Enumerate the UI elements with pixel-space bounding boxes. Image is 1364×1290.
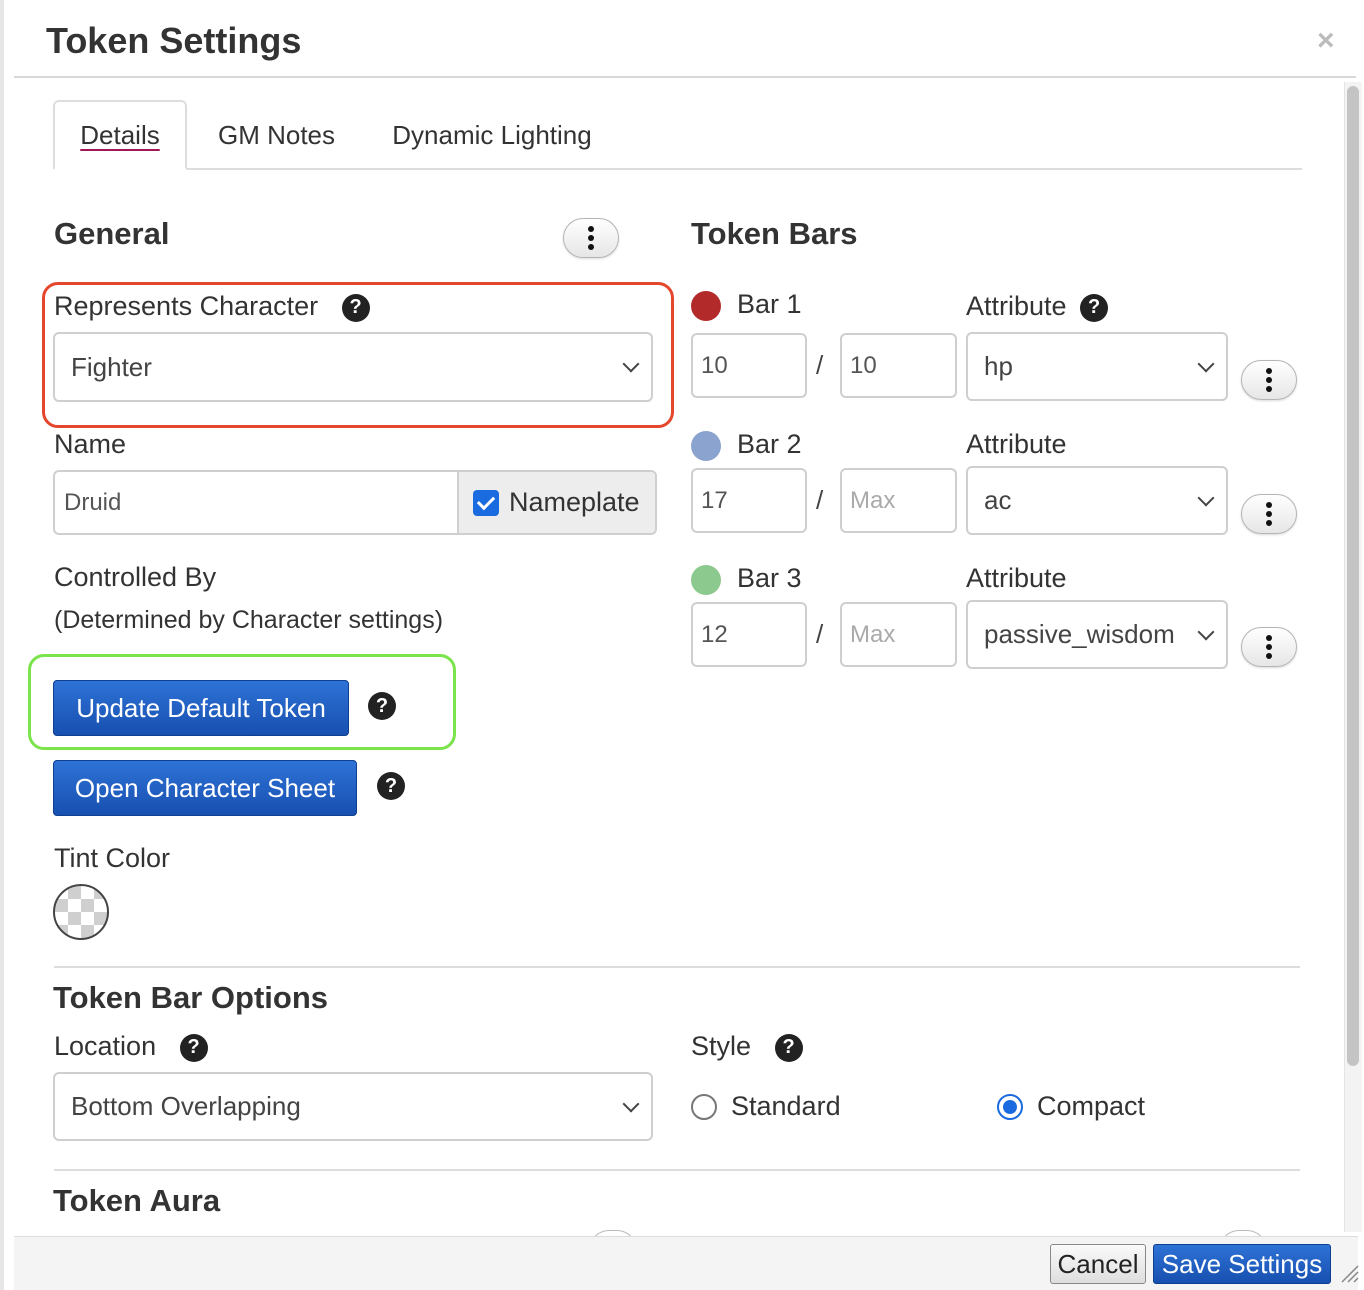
title-divider: [14, 76, 1356, 78]
tab-label: Details: [80, 119, 160, 150]
bar2-attribute-value: ac: [984, 485, 1012, 515]
bar1-color-dot: [691, 291, 721, 321]
help-icon[interactable]: ?: [1080, 293, 1109, 322]
tab-label: GM Notes: [217, 119, 336, 150]
style-standard-radio[interactable]: [691, 1094, 717, 1120]
name-input[interactable]: Druid: [55, 472, 457, 533]
more-vertical-icon: [588, 225, 594, 252]
chevron-down-icon: [1197, 355, 1215, 372]
bar1-attribute-select[interactable]: hp: [966, 332, 1228, 401]
scrollbar-thumb[interactable]: [1347, 86, 1359, 1066]
help-icon[interactable]: ?: [377, 772, 405, 800]
dialog-title: Token Settings: [46, 20, 302, 61]
bar1-value-input[interactable]: 10: [691, 333, 807, 398]
bar1-label: Bar 1: [737, 289, 802, 319]
nameplate-label: Nameplate: [509, 487, 640, 517]
token-bars-heading: Token Bars: [691, 216, 858, 251]
attribute-label-text: Attribute: [966, 291, 1067, 321]
more-vertical-icon: [1266, 501, 1272, 528]
tint-color-swatch[interactable]: [53, 884, 109, 940]
chevron-down-icon: [1197, 489, 1215, 506]
tab-gm-notes[interactable]: GM Notes: [204, 100, 349, 170]
bar1-separator: /: [816, 350, 824, 380]
cancel-button[interactable]: Cancel: [1050, 1244, 1146, 1284]
tab-dynamic-lighting[interactable]: Dynamic Lighting: [374, 100, 610, 170]
chevron-down-icon: [1197, 623, 1215, 640]
highlight-red-box: [42, 282, 674, 428]
token-settings-dialog: Token Settings × Details GM Notes Dynami…: [0, 0, 1364, 1290]
section-divider: [54, 966, 1300, 968]
bar3-attribute-label: Attribute: [966, 563, 1067, 593]
bar3-value-input[interactable]: 12: [691, 602, 807, 667]
open-character-sheet-button[interactable]: Open Character Sheet: [53, 760, 357, 816]
bar1-max-input[interactable]: 10: [840, 333, 957, 398]
bar2-label: Bar 2: [737, 429, 802, 459]
bar2-options-button[interactable]: [1241, 494, 1297, 534]
bar2-max-input[interactable]: Max: [840, 468, 957, 533]
bar3-max-input[interactable]: Max: [840, 602, 957, 667]
bar3-attribute-select[interactable]: passive_wisdom: [966, 600, 1228, 669]
more-vertical-icon: [1266, 634, 1272, 661]
tab-label: Dynamic Lighting: [392, 119, 592, 150]
general-options-button[interactable]: [563, 218, 619, 258]
nameplate-checkbox[interactable]: [473, 489, 499, 516]
controlled-by-value: (Determined by Character settings): [54, 606, 444, 634]
bar2-attribute-label: Attribute: [966, 429, 1067, 459]
tint-color-label: Tint Color: [54, 843, 171, 873]
help-icon[interactable]: ?: [774, 1033, 803, 1062]
tab-details[interactable]: Details: [53, 100, 187, 170]
dialog-content: Details GM Notes Dynamic Lighting Genera…: [14, 80, 1344, 1236]
bar3-attribute-value: passive_wisdom: [984, 619, 1175, 649]
location-label: Location ?: [54, 1031, 208, 1062]
bar3-separator: /: [816, 619, 824, 649]
style-standard-label: Standard: [731, 1091, 841, 1121]
style-compact-label: Compact: [1037, 1091, 1146, 1121]
style-label-text: Style: [691, 1031, 752, 1061]
chevron-down-icon: [622, 1095, 640, 1112]
controlled-by-label: Controlled By: [54, 562, 217, 592]
style-label: Style ?: [691, 1031, 803, 1062]
resize-grip-icon[interactable]: [1338, 1262, 1360, 1284]
bar1-options-button[interactable]: [1241, 360, 1297, 400]
save-settings-button[interactable]: Save Settings: [1153, 1244, 1331, 1284]
section-divider: [54, 1169, 1300, 1171]
location-label-text: Location: [54, 1031, 157, 1061]
location-value: Bottom Overlapping: [71, 1091, 301, 1121]
bar2-value-input[interactable]: 17: [691, 468, 807, 533]
close-icon[interactable]: ×: [1317, 26, 1335, 56]
location-select[interactable]: Bottom Overlapping: [53, 1072, 653, 1141]
token-bar-options-heading: Token Bar Options: [53, 980, 329, 1015]
name-input-group: Druid Nameplate: [53, 470, 657, 535]
name-label: Name: [54, 429, 127, 459]
bar3-options-button[interactable]: [1241, 627, 1297, 667]
bar2-color-dot: [691, 431, 721, 461]
bar1-attribute-label: Attribute ?: [966, 291, 1109, 322]
highlight-green-box: [28, 654, 456, 750]
bar1-attribute-value: hp: [984, 351, 1013, 381]
bar3-color-dot: [691, 565, 721, 595]
nameplate-toggle[interactable]: Nameplate: [457, 472, 655, 533]
token-aura-heading: Token Aura: [53, 1183, 221, 1218]
more-vertical-icon: [1266, 367, 1272, 394]
help-icon[interactable]: ?: [179, 1033, 208, 1062]
bar2-attribute-select[interactable]: ac: [966, 466, 1228, 535]
style-compact-radio[interactable]: [997, 1094, 1023, 1120]
general-heading: General: [54, 216, 170, 251]
bar2-separator: /: [816, 485, 824, 515]
bar3-label: Bar 3: [737, 563, 802, 593]
